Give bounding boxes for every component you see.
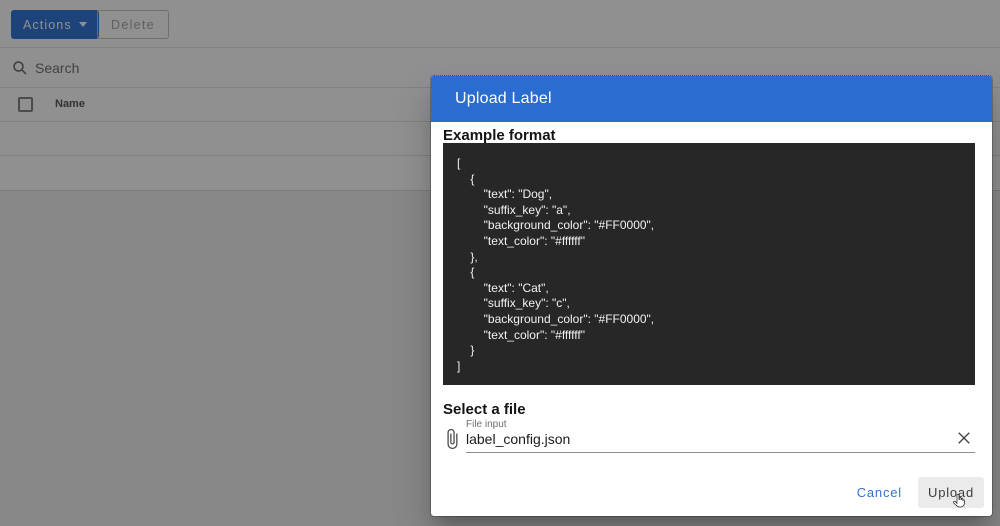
clear-file-icon[interactable]	[955, 429, 973, 447]
cancel-button[interactable]: Cancel	[847, 477, 912, 508]
app-window: Actions Delete Search Name Upload Label	[0, 0, 1000, 526]
file-input-field[interactable]: label_config.json	[466, 431, 570, 447]
example-format-heading: Example format	[443, 127, 556, 144]
upload-label-dialog: Upload Label Example format [ { "text": …	[430, 75, 993, 517]
dialog-title: Upload Label	[455, 90, 552, 107]
mouse-hand-cursor	[953, 493, 965, 508]
example-code-block: [ { "text": "Dog", "suffix_key": "a", "b…	[443, 143, 975, 385]
example-code: [ { "text": "Dog", "suffix_key": "a", "b…	[457, 156, 655, 373]
file-input-underline	[466, 452, 975, 453]
file-input-label: File input	[466, 419, 507, 430]
dialog-header: Upload Label	[431, 76, 992, 122]
paperclip-icon	[447, 428, 458, 450]
select-file-heading: Select a file	[443, 401, 526, 418]
